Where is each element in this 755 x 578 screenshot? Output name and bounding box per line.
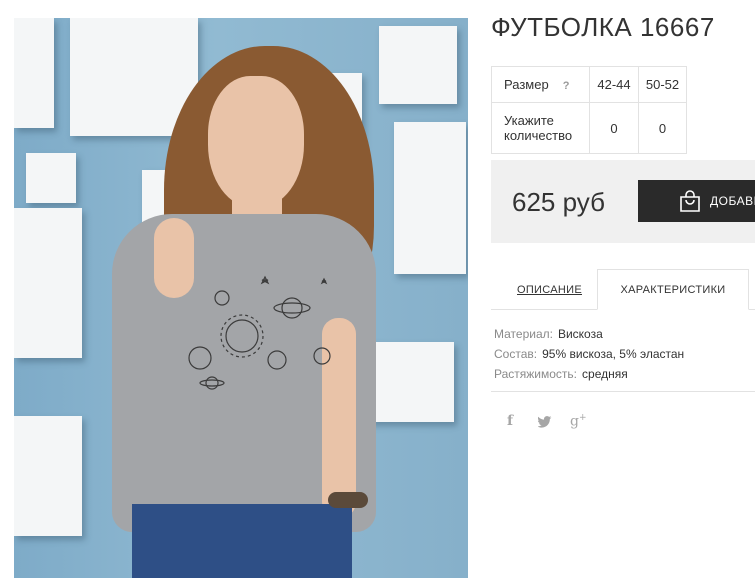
decor-cube	[379, 26, 457, 104]
spec-row-stretch: Растяжимость: средняя	[494, 364, 684, 384]
shopping-bag-icon	[680, 190, 700, 212]
section-divider	[491, 391, 755, 392]
google-plus-icon[interactable]: g+	[570, 413, 587, 430]
bracelet	[328, 492, 368, 508]
size-quantity-table: Размер? 42-44 50-52 Укажите количество 0…	[491, 66, 687, 154]
spec-row-material: Материал: Вискоза	[494, 324, 684, 344]
spec-row-composition: Состав: 95% вискоза, 5% эластан	[494, 344, 684, 364]
decor-cube	[14, 18, 54, 128]
size-header-cell: Размер?	[491, 66, 590, 103]
size-option-50-52: 50-52	[638, 66, 687, 103]
facebook-icon[interactable]: f	[507, 413, 513, 429]
spec-label: Растяжимость:	[494, 367, 578, 381]
add-to-cart-label: ДОБАВИТЬ	[710, 194, 755, 208]
price-box: 625 руб ДОБАВИТЬ	[491, 160, 755, 243]
product-image[interactable]	[14, 18, 468, 578]
add-to-cart-button[interactable]: ДОБАВИТЬ	[638, 180, 755, 222]
model-face	[208, 76, 304, 208]
quantity-input-42-44[interactable]: 0	[589, 102, 639, 154]
spec-value: Вискоза	[557, 327, 603, 341]
quantity-label-cell: Укажите количество	[491, 102, 590, 154]
decor-cube	[26, 153, 76, 203]
tab-characteristics[interactable]: ХАРАКТЕРИСТИКИ	[597, 269, 749, 310]
size-help-icon[interactable]: ?	[563, 80, 570, 92]
model-jeans	[132, 504, 352, 578]
product-title: ФУТБОЛКА 16667	[491, 12, 715, 42]
size-label: Размер	[504, 77, 549, 92]
decor-cube	[368, 342, 454, 422]
shirt-print	[188, 275, 331, 390]
specs-list: Материал: Вискоза Состав: 95% вискоза, 5% …	[494, 324, 684, 384]
twitter-icon[interactable]	[538, 416, 552, 428]
spec-value: средняя	[582, 367, 628, 381]
quantity-label-line1: Укажите	[504, 113, 554, 128]
spec-label: Материал:	[494, 327, 553, 341]
decor-cube	[394, 122, 466, 274]
spec-value: 95% вискоза, 5% эластан	[542, 347, 685, 361]
size-option-42-44: 42-44	[589, 66, 639, 103]
decor-cube	[14, 416, 82, 536]
quantity-input-50-52[interactable]: 0	[638, 102, 687, 154]
quantity-label-line2: количество	[504, 128, 573, 143]
tab-description[interactable]: ОПИСАНИЕ	[517, 284, 582, 296]
product-price: 625 руб	[512, 187, 605, 217]
spec-label: Состав:	[494, 347, 538, 361]
decor-cube	[14, 208, 82, 358]
